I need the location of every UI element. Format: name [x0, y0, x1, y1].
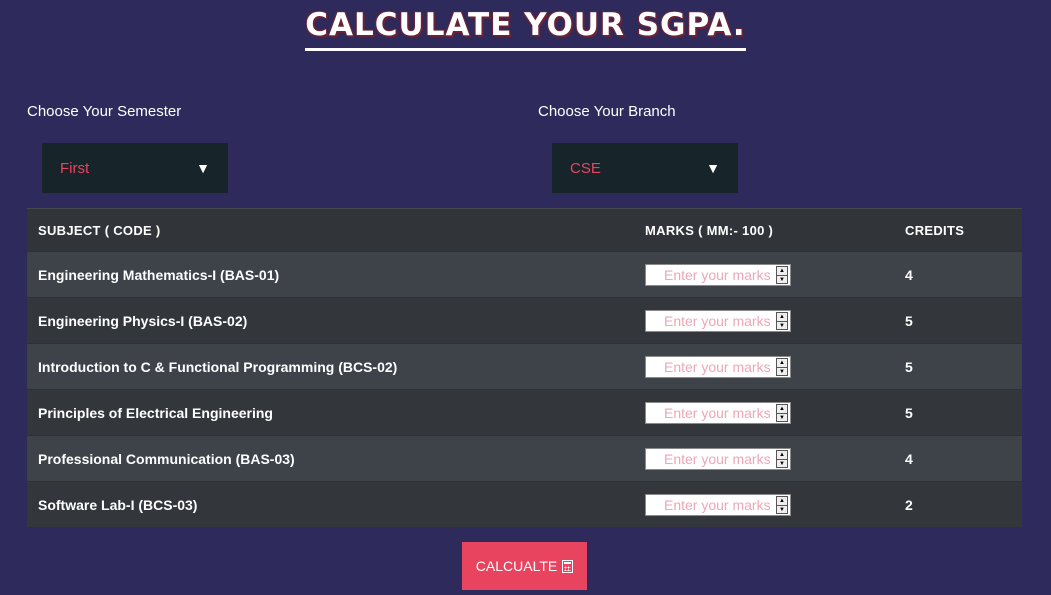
number-spinner[interactable]: ▲ ▼	[776, 311, 788, 330]
spinner-down-icon[interactable]: ▼	[777, 460, 787, 468]
number-spinner[interactable]: ▲ ▼	[776, 357, 788, 376]
spinner-down-icon[interactable]: ▼	[777, 414, 787, 422]
dropdown-arrow-icon: ▼	[196, 160, 210, 176]
calculator-icon	[562, 559, 574, 573]
marks-input-wrapper: ▲▼	[645, 493, 791, 516]
number-spinner[interactable]: ▲ ▼	[776, 403, 788, 422]
subject-name: Engineering Mathematics-I (BAS-01)	[38, 266, 280, 283]
spinner-down-icon[interactable]: ▼	[777, 276, 787, 284]
header-marks: MARKS ( MM:- 100 )	[645, 222, 774, 238]
spinner-down-icon[interactable]: ▼	[777, 506, 787, 514]
number-spinner[interactable]: ▲ ▼	[776, 495, 788, 514]
calculate-button[interactable]: CALCUALTE	[462, 542, 587, 590]
semester-label: Choose Your Semester	[27, 103, 182, 120]
page-header: CALCULATE YOUR SGPA.	[0, 8, 1051, 51]
marks-input-wrapper: ▲▼	[645, 447, 791, 470]
subject-credits: 4	[905, 450, 913, 467]
subject-credits: 2	[905, 496, 913, 513]
subject-name: Introduction to C & Functional Programmi…	[38, 358, 398, 375]
spinner-up-icon[interactable]: ▲	[777, 267, 787, 276]
subject-name: Engineering Physics-I (BAS-02)	[38, 312, 248, 329]
marks-input[interactable]	[646, 402, 774, 423]
subject-credits: 5	[905, 404, 913, 421]
table-row: Introduction to C & Functional Programmi…	[27, 344, 1022, 390]
marks-input-wrapper: ▲▼	[645, 355, 791, 378]
page-title: CALCULATE YOUR SGPA.	[305, 8, 746, 51]
marks-input[interactable]	[646, 310, 774, 331]
marks-input[interactable]	[646, 264, 774, 285]
table-row: Engineering Mathematics-I (BAS-01) ▲▼ 4	[27, 252, 1022, 298]
number-spinner[interactable]: ▲ ▼	[776, 265, 788, 284]
semester-select-value: First	[60, 159, 90, 177]
header-credits: CREDITS	[905, 222, 965, 238]
subject-credits: 5	[905, 312, 913, 329]
branch-select-value: CSE	[570, 159, 601, 177]
spinner-down-icon[interactable]: ▼	[777, 322, 787, 330]
number-spinner[interactable]: ▲ ▼	[776, 449, 788, 468]
spinner-up-icon[interactable]: ▲	[777, 405, 787, 414]
table-row: Engineering Physics-I (BAS-02) ▲▼ 5	[27, 298, 1022, 344]
spinner-up-icon[interactable]: ▲	[777, 451, 787, 460]
spinner-up-icon[interactable]: ▲	[777, 313, 787, 322]
marks-input[interactable]	[646, 448, 774, 469]
table-row: Software Lab-I (BCS-03) ▲▼ 2	[27, 482, 1022, 528]
header-subject: SUBJECT ( CODE )	[38, 222, 161, 238]
subject-credits: 4	[905, 266, 913, 283]
marks-input-wrapper: ▲▼	[645, 309, 791, 332]
dropdown-arrow-icon: ▼	[706, 160, 720, 176]
spinner-up-icon[interactable]: ▲	[777, 497, 787, 506]
marks-input[interactable]	[646, 494, 774, 515]
subject-name: Professional Communication (BAS-03)	[38, 450, 295, 467]
table-header-row: SUBJECT ( CODE ) MARKS ( MM:- 100 ) CRED…	[27, 208, 1022, 252]
table-row: Professional Communication (BAS-03) ▲▼ 4	[27, 436, 1022, 482]
subject-name: Software Lab-I (BCS-03)	[38, 496, 198, 513]
subject-credits: 5	[905, 358, 913, 375]
subjects-table: SUBJECT ( CODE ) MARKS ( MM:- 100 ) CRED…	[27, 208, 1022, 528]
marks-input-wrapper: ▲▼	[645, 401, 791, 424]
branch-select[interactable]: CSE ▼	[552, 143, 738, 193]
branch-label: Choose Your Branch	[538, 103, 676, 120]
table-row: Principles of Electrical Engineering ▲▼ …	[27, 390, 1022, 436]
marks-input[interactable]	[646, 356, 774, 377]
subject-name: Principles of Electrical Engineering	[38, 404, 273, 421]
spinner-down-icon[interactable]: ▼	[777, 368, 787, 376]
spinner-up-icon[interactable]: ▲	[777, 359, 787, 368]
marks-input-wrapper: ▲▼	[645, 263, 791, 286]
calculate-button-label: CALCUALTE	[475, 558, 558, 574]
semester-select[interactable]: First ▼	[42, 143, 228, 193]
